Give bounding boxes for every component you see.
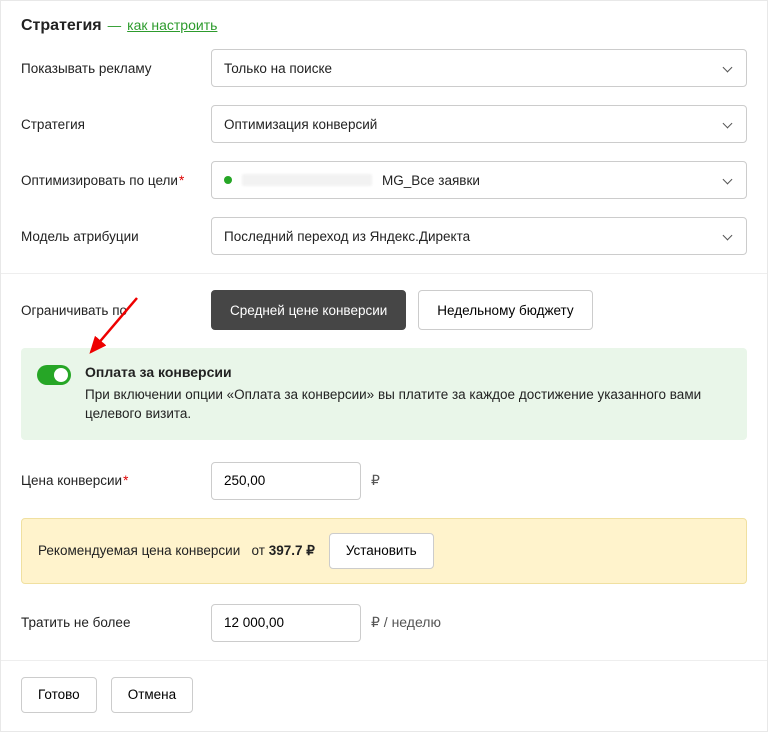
pay-per-conversion-callout: Оплата за конверсии При включении опции … — [21, 348, 747, 440]
optimize-goal-select[interactable]: MG_Все заявки — [211, 161, 747, 199]
conversion-price-input[interactable] — [211, 462, 361, 500]
status-dot-icon — [224, 176, 232, 184]
done-button[interactable]: Готово — [21, 677, 97, 713]
spend-label: Тратить не более — [21, 615, 211, 630]
chevron-down-icon — [722, 230, 734, 242]
limit-by-label: Ограничивать по — [21, 303, 211, 318]
recommended-price-bar: Рекомендуемая цена конверсии от 397.7 ₽ … — [21, 518, 747, 584]
callout-title: Оплата за конверсии — [85, 364, 729, 380]
attribution-select[interactable]: Последний переход из Яндекс.Директа — [211, 217, 747, 255]
recommend-from: от — [252, 543, 265, 558]
segment-avg-price[interactable]: Средней цене конверсии — [211, 290, 406, 330]
optimize-goal-value: MG_Все заявки — [382, 173, 480, 188]
chevron-down-icon — [722, 174, 734, 186]
strategy-label: Стратегия — [21, 117, 211, 132]
chevron-down-icon — [722, 118, 734, 130]
segment-weekly-budget[interactable]: Недельному бюджету — [418, 290, 592, 330]
how-to-link[interactable]: как настроить — [127, 17, 217, 33]
optimize-goal-label: Оптимизировать по цели* — [21, 173, 211, 188]
attribution-label: Модель атрибуции — [21, 229, 211, 244]
section-title: Стратегия — [21, 17, 102, 35]
show-ads-select[interactable]: Только на поиске — [211, 49, 747, 87]
chevron-down-icon — [722, 62, 734, 74]
recommend-prefix: Рекомендуемая цена конверсии — [38, 543, 240, 558]
recommend-value: 397.7 ₽ — [269, 543, 315, 558]
dash: — — [108, 18, 122, 33]
spend-unit: ₽ / неделю — [371, 614, 441, 631]
show-ads-label: Показывать рекламу — [21, 61, 211, 76]
conversion-price-unit: ₽ — [371, 472, 380, 489]
divider — [1, 273, 767, 274]
spend-input[interactable] — [211, 604, 361, 642]
conversion-price-label: Цена конверсии* — [21, 473, 211, 488]
redacted-text — [242, 174, 372, 186]
cancel-button[interactable]: Отмена — [111, 677, 193, 713]
set-recommended-button[interactable]: Установить — [329, 533, 434, 569]
strategy-value: Оптимизация конверсий — [224, 117, 377, 132]
strategy-select[interactable]: Оптимизация конверсий — [211, 105, 747, 143]
show-ads-value: Только на поиске — [224, 61, 332, 76]
attribution-value: Последний переход из Яндекс.Директа — [224, 229, 470, 244]
pay-per-conversion-toggle[interactable] — [37, 365, 71, 385]
callout-desc: При включении опции «Оплата за конверсии… — [85, 386, 729, 424]
